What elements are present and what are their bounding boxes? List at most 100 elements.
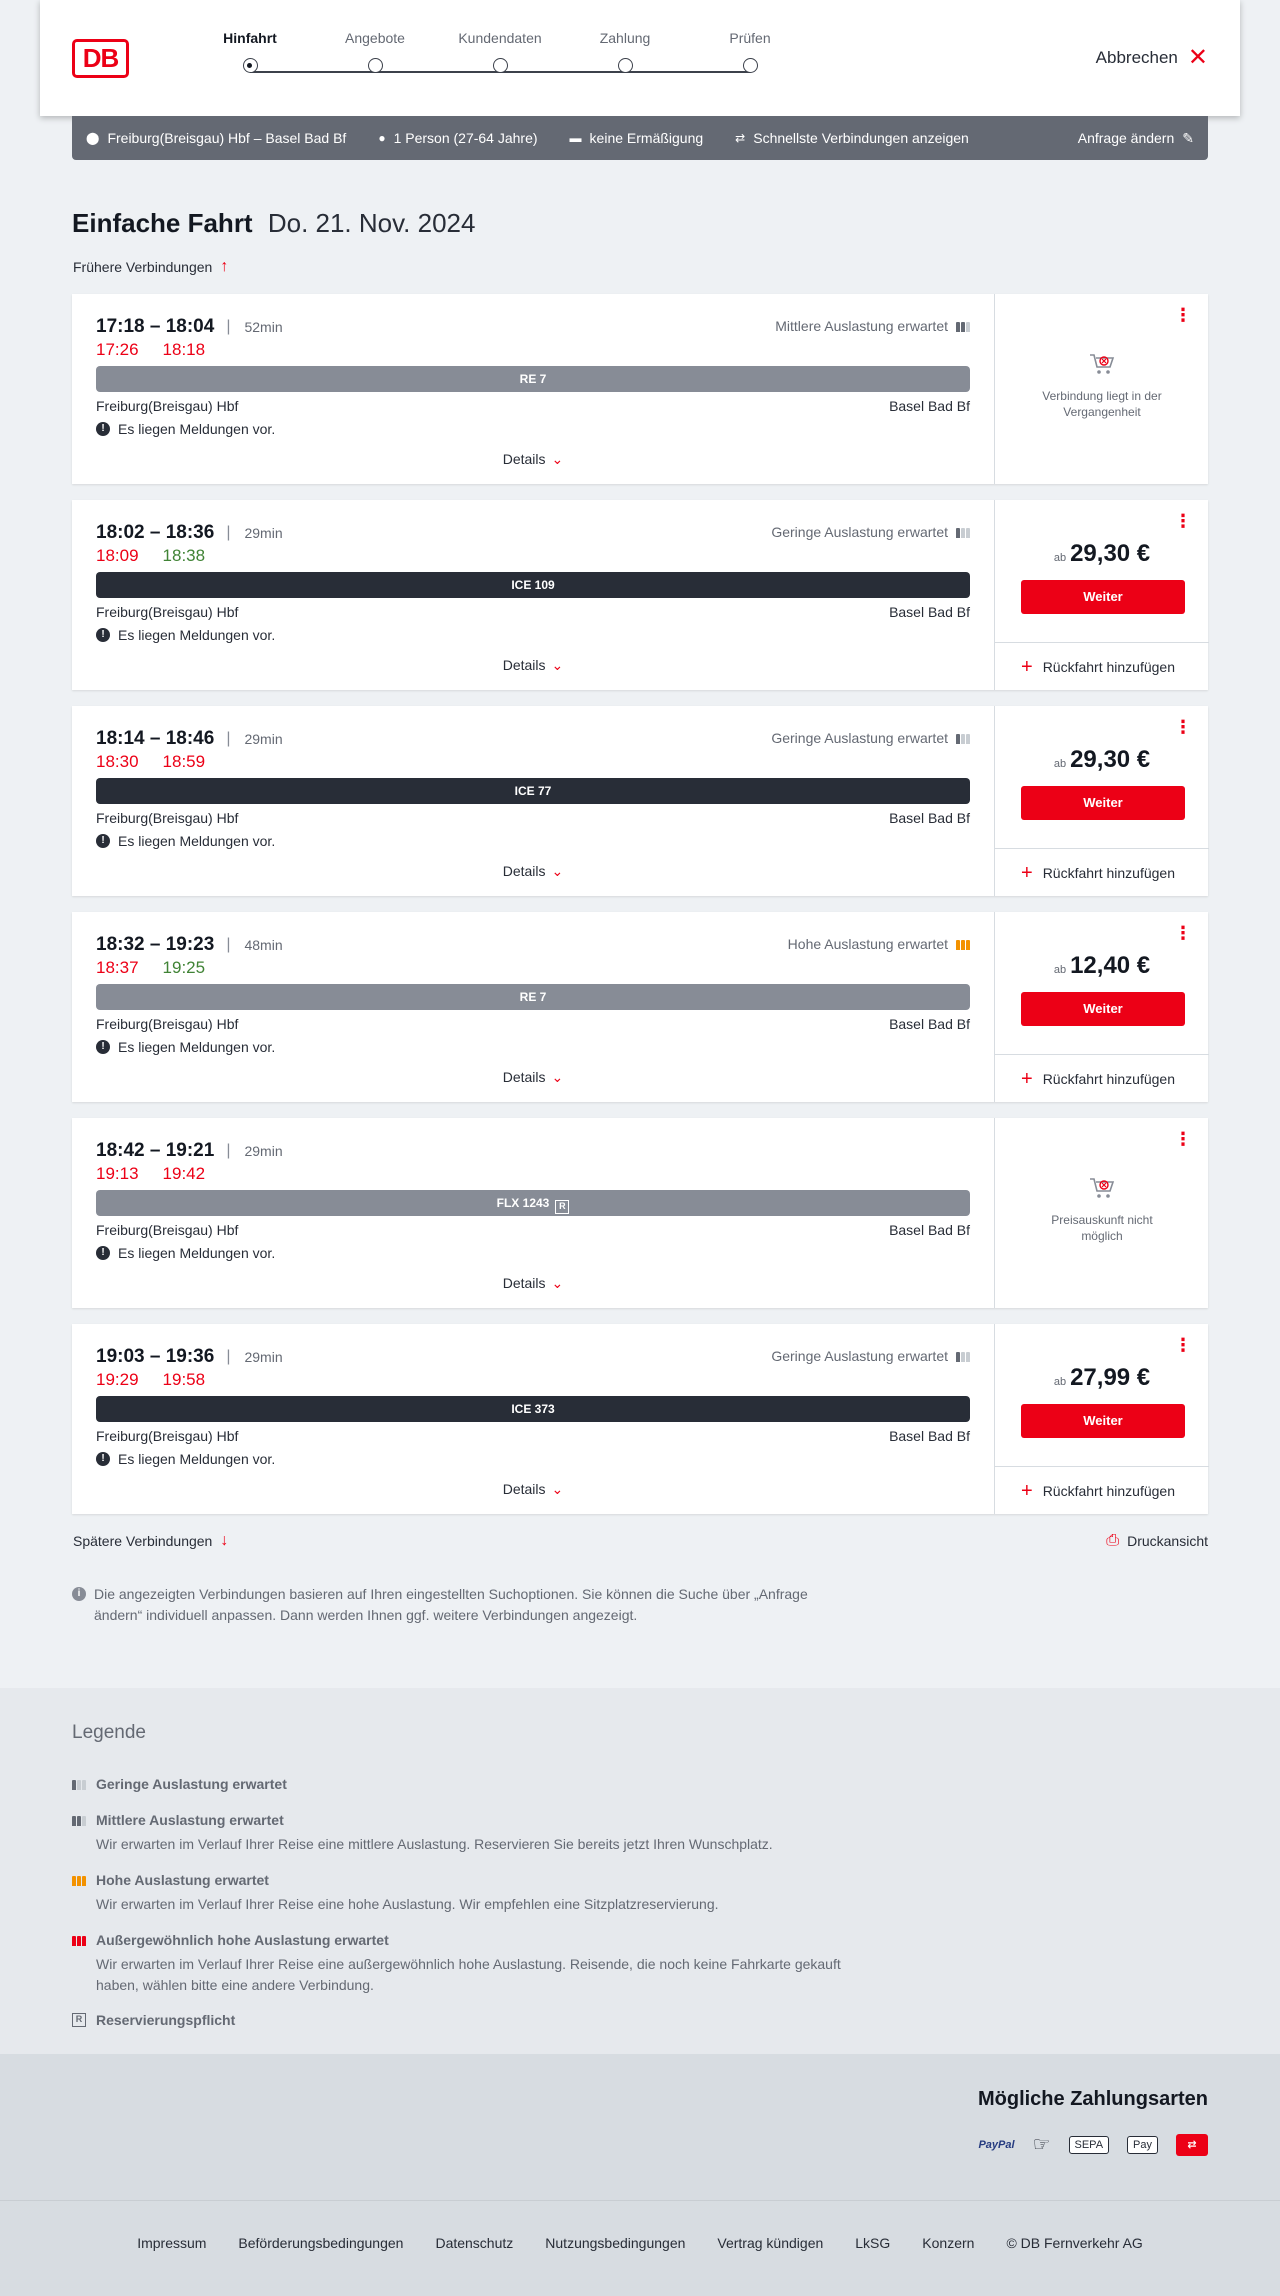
continue-button[interactable]: Weiter bbox=[1021, 580, 1185, 614]
connection-card[interactable]: 17:18 – 18:04 | 52min 17:26 18:18 Mittlere Au… bbox=[72, 294, 1208, 484]
realtime-times: 19:29 19:58 bbox=[96, 1370, 205, 1390]
add-return-trip-button[interactable]: + Rückfahrt hinzufügen bbox=[995, 848, 1209, 896]
step-zahlung: Zahlung bbox=[565, 30, 685, 73]
separator: | bbox=[226, 730, 231, 747]
add-return-trip-button[interactable]: + Rückfahrt hinzufügen bbox=[995, 642, 1209, 690]
realtime-arrival: 19:58 bbox=[162, 1370, 206, 1389]
train-bar: ICE 109 bbox=[96, 572, 970, 598]
extreme-load-icon bbox=[72, 1934, 86, 1946]
more-options-icon[interactable]: ⋮ bbox=[1174, 1130, 1192, 1148]
scheduled-times: 17:18 – 18:04 | 52min bbox=[96, 316, 283, 338]
realtime-departure: 18:09 bbox=[96, 546, 139, 565]
legend-item-extreme: Außergewöhnlich hohe Auslastung erwartet… bbox=[72, 1932, 872, 1996]
legend-item-desc: Wir erwarten im Verlauf Ihrer Reise eine… bbox=[96, 1956, 841, 1993]
cart-unavailable-icon bbox=[1090, 354, 1115, 374]
footer-link-datenschutz[interactable]: Datenschutz bbox=[435, 2235, 513, 2251]
notice: ! Es liegen Meldungen vor. bbox=[96, 1245, 275, 1261]
discount-summary[interactable]: ▬ keine Ermäßigung bbox=[570, 130, 704, 146]
details-label: Details bbox=[502, 1481, 546, 1497]
scheduled-times: 18:02 – 18:36 | 29min bbox=[96, 522, 283, 544]
add-return-trip-button[interactable]: + Rückfahrt hinzufügen bbox=[995, 1466, 1209, 1514]
separator: | bbox=[226, 936, 231, 953]
details-toggle[interactable]: Details ⌄ bbox=[96, 1069, 970, 1086]
details-toggle[interactable]: Details ⌄ bbox=[96, 657, 970, 674]
details-toggle[interactable]: Details ⌄ bbox=[96, 1275, 970, 1292]
footer-link-befoerderungsbedingungen[interactable]: Beförderungsbedingungen bbox=[238, 2235, 403, 2251]
destination-station: Basel Bad Bf bbox=[889, 1016, 970, 1032]
legend-item-low: Geringe Auslastung erwartet bbox=[72, 1776, 872, 1792]
time-range: 18:32 – 19:23 bbox=[96, 934, 215, 955]
time-range: 18:14 – 18:46 bbox=[96, 728, 215, 749]
destination-station: Basel Bad Bf bbox=[889, 1222, 970, 1238]
connection-card[interactable]: 19:03 – 19:36 | 29min 19:29 19:58 Geringe Aus… bbox=[72, 1324, 1209, 1514]
price-prefix: ab bbox=[1053, 758, 1067, 770]
legend-item-title: Mittlere Auslastung erwartet bbox=[96, 1812, 284, 1828]
price-value: 29,30 € bbox=[1070, 540, 1151, 567]
step-angebote: Angebote bbox=[315, 30, 435, 73]
separator: | bbox=[226, 318, 231, 335]
realtime-times: 18:37 19:25 bbox=[96, 958, 205, 978]
alert-icon: ! bbox=[96, 1040, 110, 1054]
load-label: Geringe Auslastung erwartet bbox=[771, 524, 948, 540]
reservation-required-icon: R bbox=[555, 1200, 570, 1214]
change-request-button[interactable]: Anfrage ändern ✎ bbox=[1078, 130, 1194, 147]
legend-title: Legende bbox=[72, 1722, 146, 1743]
continue-button[interactable]: Weiter bbox=[1021, 786, 1185, 820]
footer-link-konzern[interactable]: Konzern bbox=[922, 2235, 974, 2251]
unavailable-text: Verbindung liegt in der Vergangenheit bbox=[1042, 389, 1162, 419]
printer-icon: ⎙ bbox=[1106, 1532, 1120, 1549]
details-toggle[interactable]: Details ⌄ bbox=[96, 863, 970, 880]
cancel-button[interactable]: Abbrechen ✕ bbox=[1096, 46, 1208, 70]
info-icon: i bbox=[72, 1587, 86, 1601]
destination-station: Basel Bad Bf bbox=[889, 398, 970, 414]
more-options-icon[interactable]: ⋮ bbox=[1174, 718, 1192, 736]
details-toggle[interactable]: Details ⌄ bbox=[96, 1481, 970, 1498]
info-note: i Die angezeigten Verbindungen basieren … bbox=[72, 1584, 852, 1626]
more-options-icon[interactable]: ⋮ bbox=[1174, 306, 1192, 324]
print-view-link[interactable]: ⎙ Druckansicht bbox=[1106, 1532, 1208, 1550]
origin-station: Freiburg(Breisgau) Hbf bbox=[96, 810, 239, 826]
step-dot bbox=[617, 58, 633, 73]
train-bar: RE 7 bbox=[96, 366, 970, 392]
continue-button[interactable]: Weiter bbox=[1021, 992, 1185, 1026]
low-load-icon bbox=[72, 1778, 86, 1790]
footer-link-impressum[interactable]: Impressum bbox=[137, 2235, 206, 2251]
price: ab 29,30 € bbox=[995, 540, 1209, 568]
realtime-arrival: 18:18 bbox=[162, 340, 206, 359]
footer-link-nutzungsbedingungen[interactable]: Nutzungsbedingungen bbox=[545, 2235, 685, 2251]
connection-card[interactable]: 18:42 – 19:21 | 29min 19:13 19:42 FLX 1243 R Fr… bbox=[72, 1118, 1208, 1308]
step-pruefen: Prüfen bbox=[690, 30, 810, 73]
fastest-toggle[interactable]: ⇄ Schnellste Verbindungen anzeigen bbox=[735, 130, 969, 146]
earlier-connections-link[interactable]: Frühere Verbindungen ↑ bbox=[73, 258, 228, 276]
passenger-summary[interactable]: ● 1 Person (27-64 Jahre) bbox=[378, 130, 537, 146]
details-toggle[interactable]: Details ⌄ bbox=[96, 451, 970, 468]
add-return-label: Rückfahrt hinzufügen bbox=[1042, 1482, 1175, 1499]
legend-section: Legende Geringe Auslastung erwartet Mitt… bbox=[0, 1688, 1280, 2054]
step-label: Hinfahrt bbox=[223, 30, 277, 46]
chevron-down-icon: ⌄ bbox=[551, 451, 564, 467]
connection-card[interactable]: 18:32 – 19:23 | 48min 18:37 19:25 Hohe Auslas… bbox=[72, 912, 1209, 1102]
legend-item-desc: Wir erwarten im Verlauf Ihrer Reise eine… bbox=[96, 1836, 773, 1852]
time-range: 19:03 – 19:36 bbox=[96, 1346, 215, 1367]
continue-button[interactable]: Weiter bbox=[1021, 1404, 1185, 1438]
passenger-label: 1 Person (27-64 Jahre) bbox=[393, 130, 538, 146]
db-logo[interactable]: DB bbox=[72, 39, 129, 78]
realtime-times: 17:26 18:18 bbox=[96, 340, 205, 360]
connection-card[interactable]: 18:14 – 18:46 | 29min 18:30 18:59 Geringe Aus… bbox=[72, 706, 1209, 896]
origin-station: Freiburg(Breisgau) Hbf bbox=[96, 604, 239, 620]
footer-link-lksg[interactable]: LkSG bbox=[855, 2235, 890, 2251]
load-indicator: Mittlere Auslastung erwartet bbox=[775, 318, 970, 334]
destination-station: Basel Bad Bf bbox=[889, 810, 970, 826]
more-options-icon[interactable]: ⋮ bbox=[1174, 924, 1192, 942]
add-return-trip-button[interactable]: + Rückfahrt hinzufügen bbox=[995, 1054, 1209, 1102]
connection-card[interactable]: 18:02 – 18:36 | 29min 18:09 18:38 Geringe Aus… bbox=[72, 500, 1209, 690]
footer-link-vertrag-kuendigen[interactable]: Vertrag kündigen bbox=[717, 2235, 823, 2251]
route-summary[interactable]: ⬤ Freiburg(Breisgau) Hbf – Basel Bad Bf bbox=[86, 130, 346, 146]
chevron-down-icon: ⌄ bbox=[551, 1069, 564, 1085]
price-value: 29,30 € bbox=[1070, 746, 1151, 773]
later-connections-link[interactable]: Spätere Verbindungen ↓ bbox=[73, 1532, 228, 1550]
more-options-icon[interactable]: ⋮ bbox=[1174, 1336, 1192, 1354]
trip-type: Einfache Fahrt bbox=[72, 208, 253, 238]
more-options-icon[interactable]: ⋮ bbox=[1174, 512, 1192, 530]
add-return-label: Rückfahrt hinzufügen bbox=[1042, 1070, 1175, 1087]
